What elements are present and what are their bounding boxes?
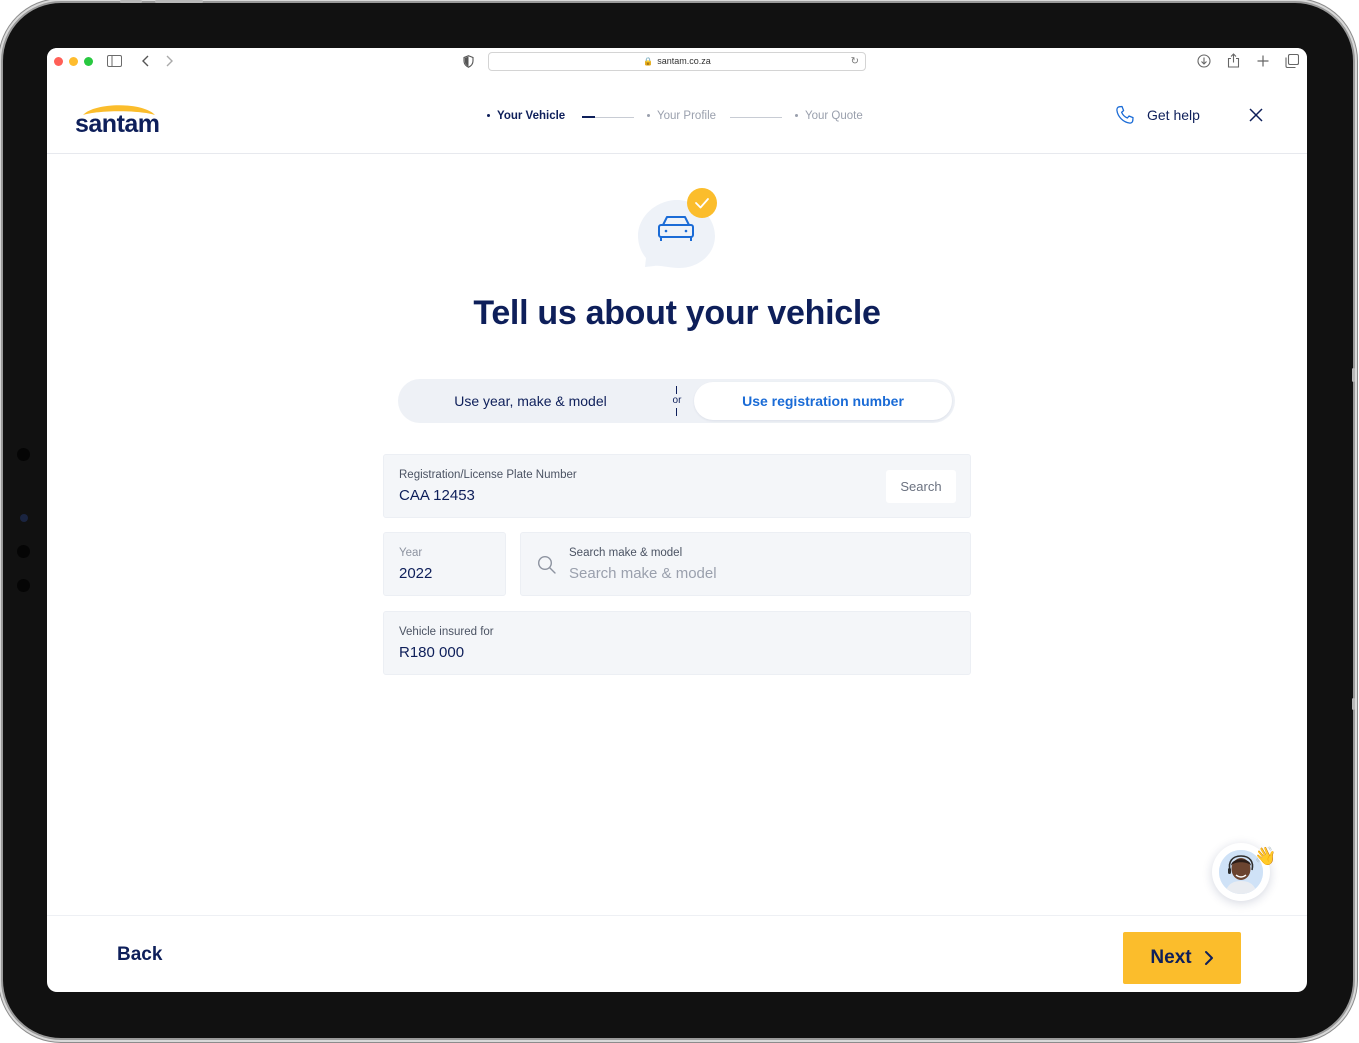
- screen: 🔒 santam.co.za ↻ santam Your Vehicle You…: [47, 48, 1307, 992]
- side-button: [1352, 698, 1355, 710]
- tab-overview-icon[interactable]: [1285, 54, 1299, 68]
- footer-nav: Back Next: [47, 915, 1307, 992]
- privacy-shield-icon[interactable]: [463, 55, 474, 68]
- chat-assistant-button[interactable]: 👋: [1212, 843, 1276, 901]
- page-title: Tell us about your vehicle: [473, 294, 881, 332]
- next-button[interactable]: Next: [1123, 932, 1241, 984]
- lock-icon: 🔒: [643, 57, 654, 66]
- lookup-method-toggle: Use year, make & model or Use registrati…: [398, 379, 955, 423]
- get-help-label: Get help: [1147, 107, 1200, 123]
- new-tab-icon[interactable]: [1257, 55, 1269, 67]
- minimize-window-button[interactable]: [69, 57, 78, 66]
- toggle-or-divider: or: [668, 379, 686, 423]
- step-label: Your Vehicle: [497, 110, 566, 122]
- power-button: [1352, 368, 1355, 382]
- close-icon[interactable]: [1247, 106, 1265, 124]
- step-connector-progress: [582, 116, 595, 118]
- back-arrow-icon[interactable]: [142, 55, 150, 67]
- step-connector: [582, 116, 634, 118]
- step-label: Your Profile: [657, 110, 717, 122]
- step-dot-icon: [795, 114, 798, 118]
- year-input[interactable]: 2022: [399, 565, 432, 582]
- registration-field[interactable]: Registration/License Plate Number CAA 12…: [383, 454, 971, 518]
- vehicle-check-icon: [638, 188, 717, 268]
- registration-input[interactable]: CAA 12453: [399, 487, 475, 504]
- phone-icon: [1116, 105, 1134, 124]
- registration-label: Registration/License Plate Number: [399, 469, 577, 481]
- share-icon[interactable]: [1227, 53, 1240, 68]
- reload-icon[interactable]: ↻: [851, 53, 859, 70]
- maximize-window-button[interactable]: [84, 57, 93, 66]
- step-connector: [730, 117, 782, 118]
- step-label: Your Quote: [805, 110, 863, 122]
- step-your-quote: Your Quote: [795, 110, 863, 122]
- logo-text: santam: [75, 110, 160, 138]
- download-icon[interactable]: [1197, 54, 1211, 68]
- browser-toolbar: 🔒 santam.co.za ↻: [47, 48, 1307, 76]
- sensor-dot: [17, 448, 30, 461]
- waving-hand-icon: 👋: [1254, 846, 1277, 866]
- tab-year-make-model[interactable]: Use year, make & model: [398, 379, 663, 423]
- volume-button: [120, 0, 142, 3]
- forward-arrow-icon[interactable]: [165, 55, 173, 67]
- insured-amount-field[interactable]: Vehicle insured for R180 000: [383, 611, 971, 675]
- search-button[interactable]: Search: [886, 470, 956, 503]
- search-icon: [537, 555, 556, 574]
- year-field[interactable]: Year 2022: [383, 532, 506, 596]
- camera-lens: [20, 514, 28, 522]
- step-your-vehicle: Your Vehicle: [487, 110, 565, 122]
- close-window-button[interactable]: [54, 57, 63, 66]
- sensor-dot: [17, 579, 30, 592]
- santam-logo[interactable]: santam: [75, 100, 165, 140]
- back-button[interactable]: Back: [117, 944, 162, 966]
- get-help-link[interactable]: Get help: [1115, 104, 1200, 126]
- volume-button: [155, 0, 203, 3]
- address-bar[interactable]: 🔒 santam.co.za ↻: [488, 52, 866, 71]
- step-your-profile: Your Profile: [647, 110, 716, 122]
- make-model-input[interactable]: Search make & model: [569, 565, 717, 582]
- chevron-right-icon: [1204, 951, 1213, 965]
- insured-amount-input[interactable]: R180 000: [399, 644, 464, 661]
- tab-registration-number[interactable]: Use registration number: [694, 382, 952, 420]
- make-model-field[interactable]: Search make & model Search make & model: [520, 532, 971, 596]
- make-model-label: Search make & model: [569, 547, 683, 559]
- insured-amount-label: Vehicle insured for: [399, 626, 494, 638]
- year-label: Year: [399, 547, 423, 559]
- url-text: santam.co.za: [657, 56, 711, 66]
- step-dot-icon: [647, 114, 650, 118]
- step-dot-icon: [487, 114, 490, 118]
- sensor-dot: [17, 545, 30, 558]
- sidebar-icon[interactable]: [107, 55, 122, 67]
- app-header: santam Your Vehicle Your Profile Your Qu…: [47, 76, 1307, 154]
- next-label: Next: [1150, 947, 1192, 968]
